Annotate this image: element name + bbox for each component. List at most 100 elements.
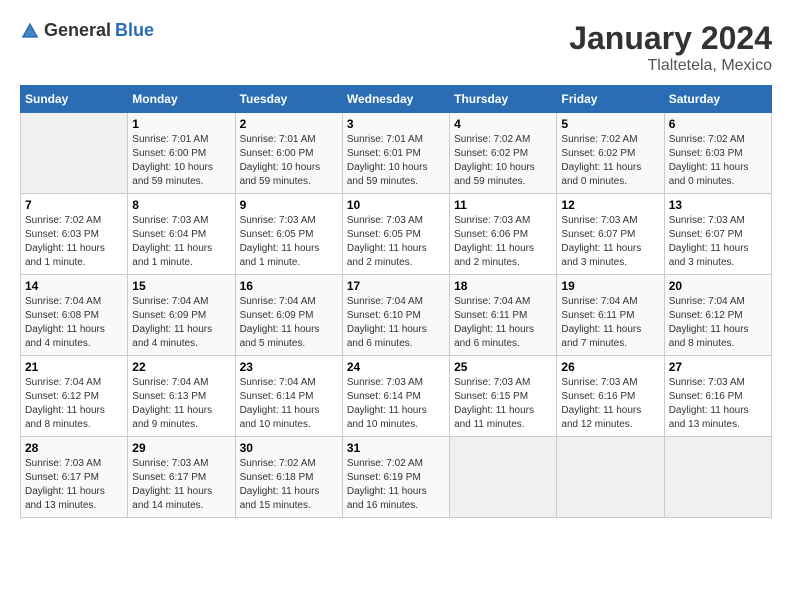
day-info: Sunrise: 7:03 AM Sunset: 6:05 PM Dayligh… <box>347 214 445 270</box>
calendar-cell <box>664 437 771 518</box>
main-title: January 2024 <box>569 20 772 57</box>
calendar-week-row: 14 Sunrise: 7:04 AM Sunset: 6:08 PM Dayl… <box>21 275 772 356</box>
logo-icon <box>20 21 40 41</box>
sunrise-text: Sunrise: 7:02 AM <box>669 134 745 145</box>
sunset-text: Sunset: 6:14 PM <box>347 391 421 402</box>
calendar-cell: 24 Sunrise: 7:03 AM Sunset: 6:14 PM Dayl… <box>342 356 449 437</box>
calendar-header: SundayMondayTuesdayWednesdayThursdayFrid… <box>21 86 772 113</box>
sunset-text: Sunset: 6:02 PM <box>561 148 635 159</box>
sunset-text: Sunset: 6:11 PM <box>454 310 527 321</box>
sunrise-text: Sunrise: 7:01 AM <box>240 134 316 145</box>
daylight-text: Daylight: 10 hours and 59 minutes. <box>132 162 213 187</box>
sunrise-text: Sunrise: 7:03 AM <box>669 215 745 226</box>
sunset-text: Sunset: 6:07 PM <box>561 229 635 240</box>
daylight-text: Daylight: 11 hours and 8 minutes. <box>669 324 749 349</box>
sunset-text: Sunset: 6:14 PM <box>240 391 314 402</box>
daylight-text: Daylight: 11 hours and 16 minutes. <box>347 486 427 511</box>
sunrise-text: Sunrise: 7:04 AM <box>669 296 745 307</box>
sunrise-text: Sunrise: 7:02 AM <box>454 134 530 145</box>
daylight-text: Daylight: 10 hours and 59 minutes. <box>240 162 321 187</box>
calendar-cell: 29 Sunrise: 7:03 AM Sunset: 6:17 PM Dayl… <box>128 437 235 518</box>
calendar-cell: 7 Sunrise: 7:02 AM Sunset: 6:03 PM Dayli… <box>21 194 128 275</box>
sunrise-text: Sunrise: 7:04 AM <box>132 296 208 307</box>
sunset-text: Sunset: 6:00 PM <box>132 148 206 159</box>
sunset-text: Sunset: 6:12 PM <box>669 310 743 321</box>
day-number: 5 <box>561 117 659 131</box>
weekday-header: Wednesday <box>342 86 449 113</box>
day-number: 8 <box>132 198 230 212</box>
sunset-text: Sunset: 6:19 PM <box>347 472 421 483</box>
daylight-text: Daylight: 11 hours and 13 minutes. <box>25 486 105 511</box>
sunset-text: Sunset: 6:17 PM <box>132 472 206 483</box>
day-number: 4 <box>454 117 552 131</box>
daylight-text: Daylight: 10 hours and 59 minutes. <box>454 162 535 187</box>
sunrise-text: Sunrise: 7:04 AM <box>25 377 101 388</box>
sunrise-text: Sunrise: 7:04 AM <box>347 296 423 307</box>
day-info: Sunrise: 7:04 AM Sunset: 6:14 PM Dayligh… <box>240 376 338 432</box>
day-number: 6 <box>669 117 767 131</box>
calendar-week-row: 7 Sunrise: 7:02 AM Sunset: 6:03 PM Dayli… <box>21 194 772 275</box>
sunset-text: Sunset: 6:18 PM <box>240 472 314 483</box>
sunrise-text: Sunrise: 7:02 AM <box>25 215 101 226</box>
daylight-text: Daylight: 11 hours and 13 minutes. <box>669 405 749 430</box>
calendar-week-row: 1 Sunrise: 7:01 AM Sunset: 6:00 PM Dayli… <box>21 113 772 194</box>
daylight-text: Daylight: 11 hours and 11 minutes. <box>454 405 534 430</box>
daylight-text: Daylight: 11 hours and 3 minutes. <box>669 243 749 268</box>
calendar-cell: 21 Sunrise: 7:04 AM Sunset: 6:12 PM Dayl… <box>21 356 128 437</box>
day-number: 10 <box>347 198 445 212</box>
daylight-text: Daylight: 11 hours and 14 minutes. <box>132 486 212 511</box>
day-number: 12 <box>561 198 659 212</box>
sunset-text: Sunset: 6:10 PM <box>347 310 421 321</box>
calendar-cell: 17 Sunrise: 7:04 AM Sunset: 6:10 PM Dayl… <box>342 275 449 356</box>
day-info: Sunrise: 7:04 AM Sunset: 6:09 PM Dayligh… <box>240 295 338 351</box>
day-number: 27 <box>669 360 767 374</box>
sunset-text: Sunset: 6:11 PM <box>561 310 634 321</box>
weekday-header: Monday <box>128 86 235 113</box>
sunset-text: Sunset: 6:04 PM <box>132 229 206 240</box>
day-number: 1 <box>132 117 230 131</box>
day-number: 14 <box>25 279 123 293</box>
day-info: Sunrise: 7:02 AM Sunset: 6:18 PM Dayligh… <box>240 457 338 513</box>
day-number: 7 <box>25 198 123 212</box>
daylight-text: Daylight: 11 hours and 1 minute. <box>240 243 320 268</box>
day-number: 18 <box>454 279 552 293</box>
sunrise-text: Sunrise: 7:03 AM <box>669 377 745 388</box>
day-info: Sunrise: 7:02 AM Sunset: 6:03 PM Dayligh… <box>25 214 123 270</box>
sunrise-text: Sunrise: 7:03 AM <box>240 215 316 226</box>
sunrise-text: Sunrise: 7:03 AM <box>132 458 208 469</box>
calendar-cell: 12 Sunrise: 7:03 AM Sunset: 6:07 PM Dayl… <box>557 194 664 275</box>
sunrise-text: Sunrise: 7:03 AM <box>25 458 101 469</box>
daylight-text: Daylight: 11 hours and 4 minutes. <box>132 324 212 349</box>
day-info: Sunrise: 7:04 AM Sunset: 6:12 PM Dayligh… <box>25 376 123 432</box>
day-info: Sunrise: 7:03 AM Sunset: 6:07 PM Dayligh… <box>669 214 767 270</box>
header: General Blue January 2024 Tlaltetela, Me… <box>20 20 772 75</box>
calendar-cell: 23 Sunrise: 7:04 AM Sunset: 6:14 PM Dayl… <box>235 356 342 437</box>
day-info: Sunrise: 7:04 AM Sunset: 6:11 PM Dayligh… <box>561 295 659 351</box>
day-number: 21 <box>25 360 123 374</box>
title-area: January 2024 Tlaltetela, Mexico <box>569 20 772 75</box>
calendar-cell: 27 Sunrise: 7:03 AM Sunset: 6:16 PM Dayl… <box>664 356 771 437</box>
day-number: 30 <box>240 441 338 455</box>
day-info: Sunrise: 7:03 AM Sunset: 6:06 PM Dayligh… <box>454 214 552 270</box>
day-number: 19 <box>561 279 659 293</box>
sunrise-text: Sunrise: 7:01 AM <box>132 134 208 145</box>
daylight-text: Daylight: 11 hours and 7 minutes. <box>561 324 641 349</box>
day-info: Sunrise: 7:04 AM Sunset: 6:13 PM Dayligh… <box>132 376 230 432</box>
sunset-text: Sunset: 6:02 PM <box>454 148 528 159</box>
day-info: Sunrise: 7:03 AM Sunset: 6:16 PM Dayligh… <box>561 376 659 432</box>
day-info: Sunrise: 7:03 AM Sunset: 6:17 PM Dayligh… <box>132 457 230 513</box>
sunset-text: Sunset: 6:16 PM <box>561 391 635 402</box>
weekday-header: Thursday <box>450 86 557 113</box>
daylight-text: Daylight: 11 hours and 3 minutes. <box>561 243 641 268</box>
day-number: 17 <box>347 279 445 293</box>
sunset-text: Sunset: 6:05 PM <box>240 229 314 240</box>
daylight-text: Daylight: 11 hours and 2 minutes. <box>454 243 534 268</box>
calendar-table: SundayMondayTuesdayWednesdayThursdayFrid… <box>20 85 772 518</box>
calendar-cell: 13 Sunrise: 7:03 AM Sunset: 6:07 PM Dayl… <box>664 194 771 275</box>
day-number: 11 <box>454 198 552 212</box>
daylight-text: Daylight: 11 hours and 15 minutes. <box>240 486 320 511</box>
day-info: Sunrise: 7:02 AM Sunset: 6:02 PM Dayligh… <box>561 133 659 189</box>
sunset-text: Sunset: 6:07 PM <box>669 229 743 240</box>
sunrise-text: Sunrise: 7:03 AM <box>454 377 530 388</box>
daylight-text: Daylight: 11 hours and 0 minutes. <box>669 162 749 187</box>
